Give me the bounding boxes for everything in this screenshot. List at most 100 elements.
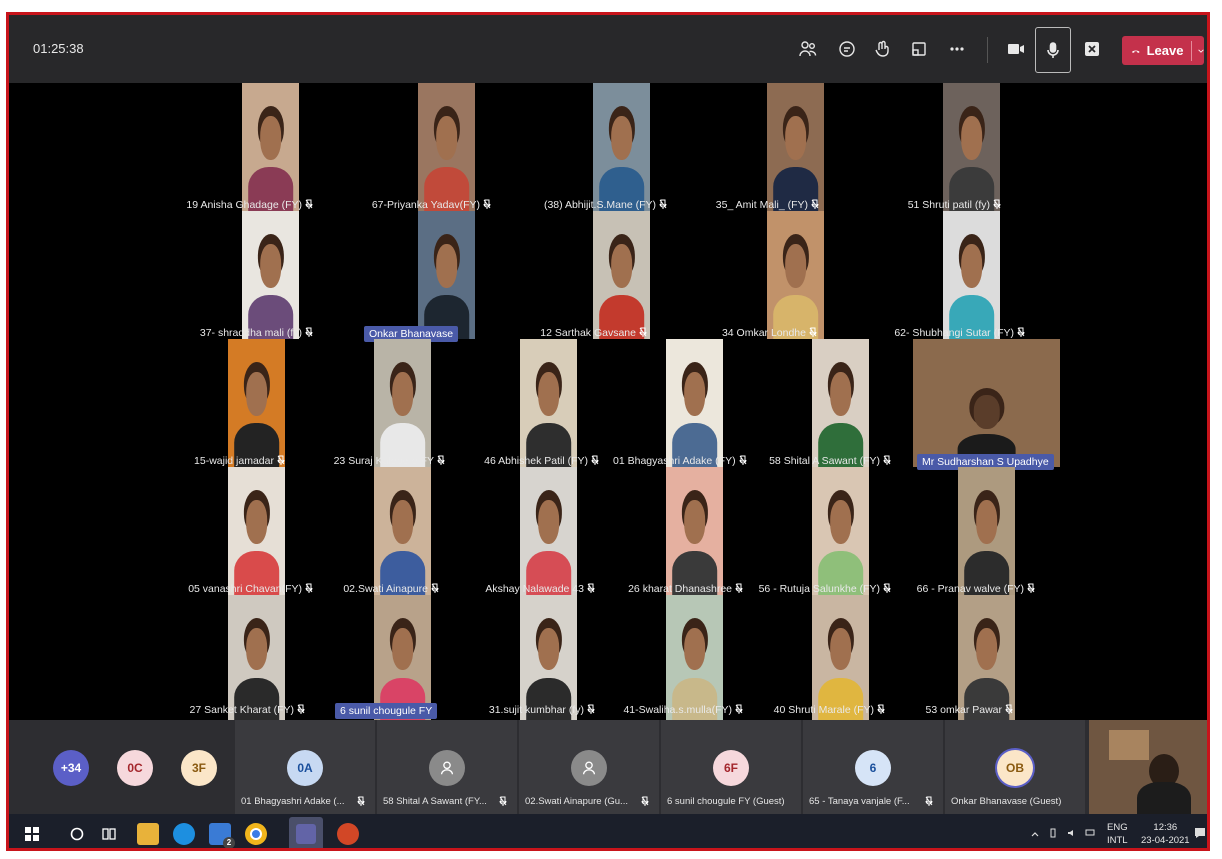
mic-off-icon xyxy=(809,327,817,337)
mic-off-icon xyxy=(1005,704,1013,714)
strip-participant[interactable]: 0A 01 Bhagyashri Adake (... xyxy=(235,720,375,814)
participant-strip: +34 0C 3F 0A 01 Bhagyashri Adake (... 58… xyxy=(9,720,1207,814)
share-screen-icon[interactable] xyxy=(1080,37,1104,61)
avatar: OB xyxy=(997,750,1033,786)
video-tile[interactable] xyxy=(242,83,299,211)
video-tile[interactable] xyxy=(812,339,869,467)
mic-off-icon xyxy=(883,583,891,593)
avatar: 0A xyxy=(287,750,323,786)
notifications-icon[interactable] xyxy=(1193,826,1207,840)
person-icon xyxy=(440,761,454,775)
language-code: ENG xyxy=(1107,822,1128,833)
person-body xyxy=(1137,782,1191,814)
video-tile[interactable] xyxy=(593,211,650,339)
participant-label: 31.sujit kumbhar (fy) xyxy=(471,702,595,718)
participant-label: 53 omkar Pawar xyxy=(905,702,1013,718)
video-tile[interactable] xyxy=(943,211,1000,339)
strip-participant[interactable]: 58 Shital A Sawant (FY... xyxy=(377,720,517,814)
clock-date: 23-04-2021 xyxy=(1141,835,1190,846)
people-icon[interactable] xyxy=(796,37,820,61)
video-tile[interactable] xyxy=(520,467,577,595)
video-tile[interactable] xyxy=(242,211,299,339)
video-tile[interactable] xyxy=(228,467,285,595)
volume-muted-icon[interactable] xyxy=(1067,828,1077,838)
strip-participant-name: Onkar Bhanavase (Guest) xyxy=(951,796,1062,807)
call-timer: 01:25:38 xyxy=(33,41,84,56)
strip-participant-name: 6 sunil chougule FY (Guest) xyxy=(667,796,785,807)
participant-label-pinned: 6 sunil chougule FY xyxy=(335,703,438,719)
clock[interactable]: 12:36 23-04-2021 xyxy=(1141,821,1190,847)
strip-participant[interactable]: 02.Swati Ainapure (Gu... xyxy=(519,720,659,814)
share-tray-icon[interactable] xyxy=(907,37,931,61)
reactions-icon[interactable] xyxy=(871,37,895,61)
video-tile[interactable] xyxy=(418,211,475,339)
video-tile[interactable] xyxy=(374,467,431,595)
video-tile[interactable] xyxy=(943,83,1000,211)
chrome-icon[interactable] xyxy=(245,823,267,845)
mic-off-icon xyxy=(735,704,743,714)
strip-participant[interactable]: 6F 6 sunil chougule FY (Guest) xyxy=(661,720,801,814)
video-tile[interactable] xyxy=(812,467,869,595)
video-tile[interactable] xyxy=(666,467,723,595)
file-explorer-icon[interactable] xyxy=(137,823,159,845)
search-icon[interactable] xyxy=(69,826,85,842)
mic-off-icon xyxy=(1017,327,1025,337)
strip-participant-name: 02.Swati Ainapure (Gu... xyxy=(525,796,628,807)
avatar[interactable]: 3F xyxy=(181,750,217,786)
mic-off-icon xyxy=(739,455,747,465)
chevron-up-icon[interactable] xyxy=(1031,830,1039,838)
video-tile[interactable] xyxy=(958,467,1015,595)
video-tile[interactable] xyxy=(593,83,650,211)
chat-icon[interactable] xyxy=(835,37,859,61)
system-tray[interactable] xyxy=(1031,828,1095,841)
network-icon[interactable] xyxy=(1085,828,1095,838)
mic-off-icon xyxy=(883,455,891,465)
video-tile[interactable] xyxy=(374,595,431,720)
battery-icon[interactable] xyxy=(1048,828,1058,838)
mic-off-icon xyxy=(297,704,305,714)
keyboard-layout: INTL xyxy=(1107,835,1128,846)
powerpoint-icon[interactable] xyxy=(337,823,359,845)
mic-off-icon xyxy=(305,327,313,337)
mic-off-icon xyxy=(357,796,365,806)
video-tile[interactable] xyxy=(520,339,577,467)
video-tile[interactable] xyxy=(228,339,285,467)
windows-taskbar: 2 ENG INTL 12:36 23-04-2021 xyxy=(9,814,1207,848)
participant-label: 34 Omkar Londhe xyxy=(709,325,817,341)
avatar: 6F xyxy=(713,750,749,786)
video-tile[interactable] xyxy=(666,339,723,467)
teams-icon[interactable] xyxy=(289,817,323,848)
strip-participant-name: 01 Bhagyashri Adake (... xyxy=(241,796,345,807)
video-tile[interactable] xyxy=(374,339,431,467)
video-tile[interactable] xyxy=(913,339,1060,467)
more-participants-avatar[interactable]: +34 xyxy=(53,750,89,786)
mic-off-icon xyxy=(735,583,743,593)
strip-participant[interactable]: 6 65 - Tanaya vanjale (F... xyxy=(803,720,943,814)
mic-off-icon xyxy=(305,199,313,209)
camera-icon[interactable] xyxy=(1004,37,1028,61)
mic-off-icon xyxy=(641,796,649,806)
edge-browser-icon[interactable] xyxy=(173,823,195,845)
leave-button[interactable]: Leave xyxy=(1122,36,1204,65)
language-indicator[interactable]: ENG INTL xyxy=(1107,821,1128,847)
windows-start-icon[interactable] xyxy=(25,827,39,841)
chevron-down-icon[interactable] xyxy=(1198,46,1204,56)
strip-participant[interactable]: OB Onkar Bhanavase (Guest) xyxy=(945,720,1085,814)
person-icon xyxy=(582,761,596,775)
self-video-preview[interactable] xyxy=(1089,720,1207,814)
video-tile[interactable] xyxy=(418,83,475,211)
mic-off-icon xyxy=(591,455,599,465)
mic-off-icon xyxy=(277,455,285,465)
video-grid: 19 Anisha Ghadage (FY) 67-Priyanka Yadav… xyxy=(9,83,1207,720)
avatar[interactable]: 0C xyxy=(117,750,153,786)
mail-icon[interactable]: 2 xyxy=(209,823,235,848)
more-options-icon[interactable] xyxy=(945,37,969,61)
strip-participant-name: 65 - Tanaya vanjale (F... xyxy=(809,796,910,807)
video-tile[interactable] xyxy=(767,83,824,211)
video-tile[interactable] xyxy=(767,211,824,339)
participant-label: 41-Swaliha.s.mulla(FY) xyxy=(613,702,743,718)
task-view-icon[interactable] xyxy=(101,826,117,842)
microphone-icon[interactable] xyxy=(1035,27,1071,73)
mic-off-icon xyxy=(811,199,819,209)
guest-avatar xyxy=(429,750,465,786)
